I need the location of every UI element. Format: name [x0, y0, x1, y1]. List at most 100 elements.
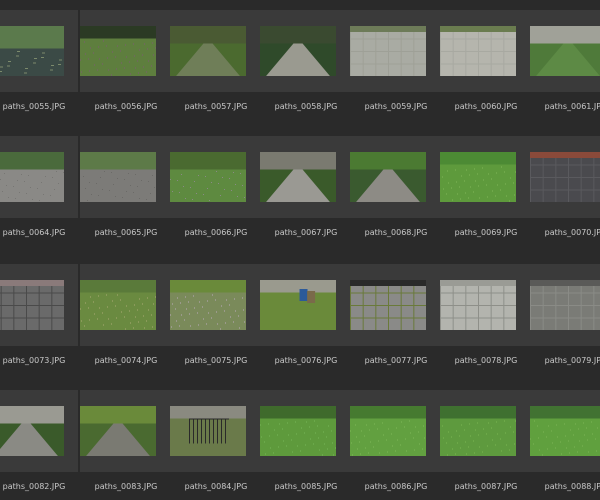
thumbnail-card[interactable] — [260, 10, 350, 92]
thumbnail-card[interactable] — [170, 390, 260, 472]
thumbnail-card[interactable] — [350, 264, 440, 346]
thumbnail-filename: paths_0077.JPG — [364, 356, 428, 365]
thumbnail-preview[interactable] — [260, 26, 336, 76]
thumbnail-image — [350, 152, 426, 202]
thumbnail-image — [350, 406, 426, 456]
thumbnail-card[interactable] — [350, 10, 440, 92]
thumbnail-card[interactable] — [0, 10, 78, 92]
thumbnail-card[interactable] — [260, 264, 350, 346]
thumbnail-filename: paths_0084.JPG — [184, 482, 248, 491]
thumbnail-image — [440, 26, 516, 76]
thumbnail-preview[interactable] — [350, 26, 426, 76]
thumbnail-filename: paths_0086.JPG — [364, 482, 428, 491]
thumbnail-image — [0, 406, 64, 456]
thumbnail-card[interactable] — [0, 390, 78, 472]
thumbnail-card[interactable] — [170, 10, 260, 92]
thumbnail-card[interactable] — [440, 136, 530, 218]
thumbnail-filename: paths_0056.JPG — [94, 102, 158, 111]
thumbnail-preview[interactable] — [350, 280, 426, 330]
thumbnail-filename: paths_0087.JPG — [454, 482, 518, 491]
thumbnail-card[interactable] — [80, 264, 170, 346]
thumbnail-preview[interactable] — [0, 280, 64, 330]
thumbnail-card[interactable] — [260, 136, 350, 218]
thumbnail-card[interactable] — [440, 264, 530, 346]
thumbnail-card[interactable] — [260, 390, 350, 472]
thumbnail-filename: paths_0060.JPG — [454, 102, 518, 111]
thumbnail-preview[interactable] — [440, 406, 516, 456]
thumbnail-card[interactable] — [350, 390, 440, 472]
thumbnail-card[interactable] — [440, 390, 530, 472]
thumbnail-image — [80, 406, 156, 456]
thumbnail-image — [530, 280, 600, 330]
thumbnail-filename: paths_0066.JPG — [184, 228, 248, 237]
thumbnail-image — [0, 26, 64, 76]
thumbnail-filename: paths_0070.JPG — [544, 228, 600, 237]
thumbnail-preview[interactable] — [530, 406, 600, 456]
thumbnail-preview[interactable] — [350, 406, 426, 456]
thumbnail-image — [80, 152, 156, 202]
thumbnail-card[interactable] — [440, 10, 530, 92]
thumbnail-preview[interactable] — [260, 152, 336, 202]
thumbnail-preview[interactable] — [530, 26, 600, 76]
thumbnail-image — [350, 26, 426, 76]
thumbnail-card[interactable] — [350, 136, 440, 218]
thumbnail-preview[interactable] — [170, 152, 246, 202]
thumbnail-preview[interactable] — [260, 280, 336, 330]
thumbnail-image — [260, 406, 336, 456]
thumbnail-preview[interactable] — [170, 280, 246, 330]
thumbnail-filename: paths_0055.JPG — [2, 102, 66, 111]
thumbnail-card[interactable] — [80, 136, 170, 218]
thumbnail-preview[interactable] — [170, 406, 246, 456]
thumbnail-preview[interactable] — [170, 26, 246, 76]
thumbnail-filename: paths_0082.JPG — [2, 482, 66, 491]
thumbnail-card[interactable] — [170, 264, 260, 346]
thumbnail-filename: paths_0058.JPG — [274, 102, 338, 111]
thumbnail-preview[interactable] — [80, 280, 156, 330]
thumbnail-image — [170, 152, 246, 202]
thumbnail-preview[interactable] — [440, 280, 516, 330]
thumbnail-preview[interactable] — [530, 280, 600, 330]
thumbnail-card[interactable] — [530, 136, 600, 218]
thumbnail-image — [170, 406, 246, 456]
thumbnail-preview[interactable] — [0, 26, 64, 76]
thumbnail-card[interactable] — [530, 390, 600, 472]
thumbnail-grid: paths_0055.JPG paths_0056.JPG paths_0057.J… — [0, 0, 600, 500]
thumbnail-filename: paths_0059.JPG — [364, 102, 428, 111]
thumbnail-preview[interactable] — [80, 152, 156, 202]
thumbnail-card[interactable] — [530, 264, 600, 346]
thumbnail-image — [440, 280, 516, 330]
thumbnail-image — [260, 26, 336, 76]
thumbnail-image — [170, 26, 246, 76]
thumbnail-image — [530, 26, 600, 76]
thumbnail-preview[interactable] — [0, 406, 64, 456]
thumbnail-card[interactable] — [0, 264, 78, 346]
thumbnail-filename: paths_0074.JPG — [94, 356, 158, 365]
thumbnail-preview[interactable] — [80, 26, 156, 76]
thumbnail-filename: paths_0073.JPG — [2, 356, 66, 365]
thumbnail-preview[interactable] — [440, 26, 516, 76]
thumbnail-filename: paths_0067.JPG — [274, 228, 338, 237]
thumbnail-image — [0, 152, 64, 202]
thumbnail-image — [530, 406, 600, 456]
thumbnail-filename: paths_0064.JPG — [2, 228, 66, 237]
thumbnail-preview[interactable] — [260, 406, 336, 456]
thumbnail-image — [440, 152, 516, 202]
thumbnail-card[interactable] — [0, 136, 78, 218]
thumbnail-image — [0, 280, 64, 330]
thumbnail-card[interactable] — [80, 390, 170, 472]
thumbnail-filename: paths_0075.JPG — [184, 356, 248, 365]
thumbnail-image — [530, 152, 600, 202]
thumbnail-preview[interactable] — [0, 152, 64, 202]
thumbnail-preview[interactable] — [80, 406, 156, 456]
thumbnail-card[interactable] — [80, 10, 170, 92]
thumbnail-image — [170, 280, 246, 330]
thumbnail-preview[interactable] — [530, 152, 600, 202]
thumbnail-image — [260, 280, 336, 330]
thumbnail-filename: paths_0085.JPG — [274, 482, 338, 491]
thumbnail-filename: paths_0057.JPG — [184, 102, 248, 111]
thumbnail-card[interactable] — [170, 136, 260, 218]
thumbnail-image — [350, 280, 426, 330]
thumbnail-preview[interactable] — [440, 152, 516, 202]
thumbnail-preview[interactable] — [350, 152, 426, 202]
thumbnail-card[interactable] — [530, 10, 600, 92]
